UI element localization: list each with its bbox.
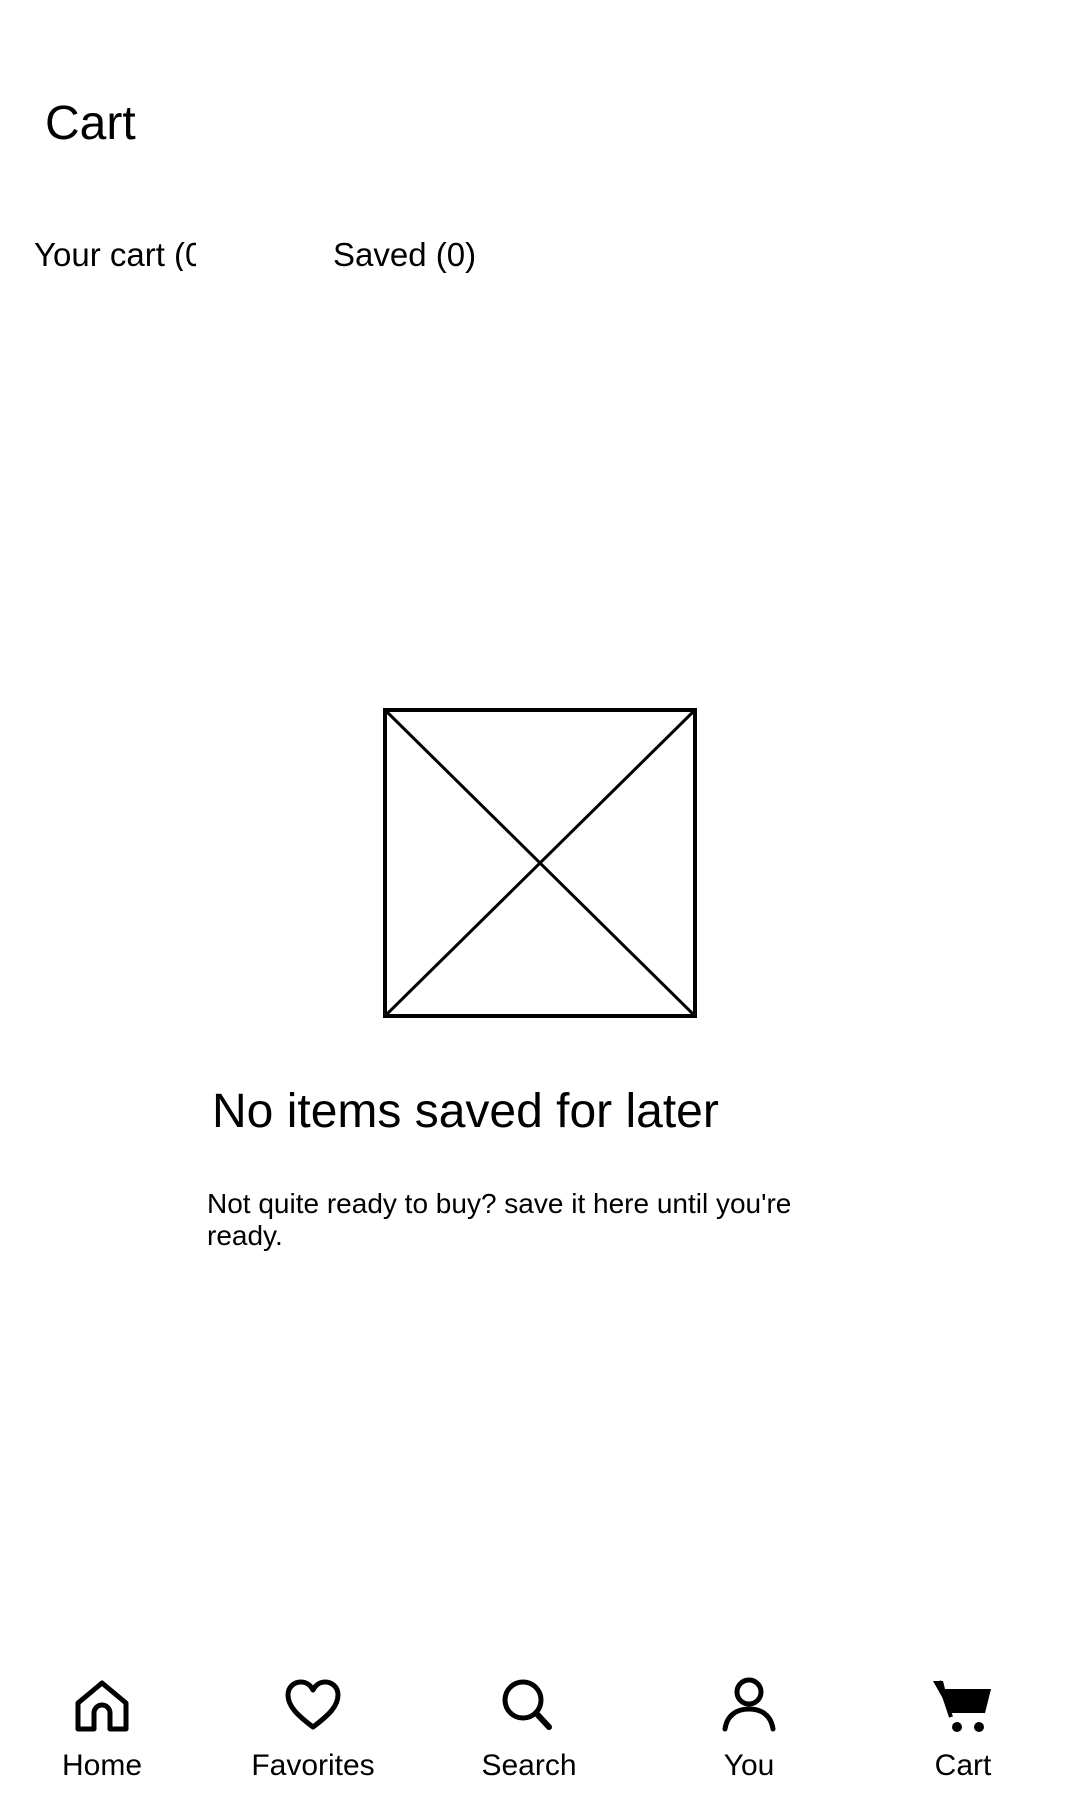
nav-you-label: You: [723, 1749, 775, 1782]
page-title: Cart: [45, 97, 136, 150]
nav-cart[interactable]: Cart: [863, 1665, 1063, 1785]
nav-favorites[interactable]: Favorites: [213, 1665, 413, 1785]
nav-you[interactable]: You: [649, 1665, 849, 1785]
nav-home-label: Home: [61, 1749, 143, 1782]
user-icon: [722, 1677, 776, 1732]
cart-icon: [933, 1680, 991, 1732]
nav-search-label: Search: [481, 1749, 577, 1782]
bottom-navigation: Home Favorites Search You Cart: [0, 1665, 1080, 1800]
empty-state-message: Not quite ready to buy? save it here unt…: [207, 1188, 792, 1251]
nav-cart-label: Cart: [934, 1749, 992, 1782]
nav-home[interactable]: Home: [2, 1665, 202, 1785]
heart-icon: [285, 1679, 341, 1730]
tab-your-cart[interactable]: Your cart (0): [34, 238, 196, 271]
nav-search[interactable]: Search: [429, 1665, 629, 1785]
search-icon: [502, 1679, 552, 1730]
image-placeholder-icon: [383, 708, 697, 1018]
nav-favorites-label: Favorites: [251, 1749, 375, 1782]
empty-state-title: No items saved for later: [212, 1085, 719, 1138]
tab-saved[interactable]: Saved (0): [333, 238, 476, 271]
home-icon: [75, 1680, 129, 1732]
